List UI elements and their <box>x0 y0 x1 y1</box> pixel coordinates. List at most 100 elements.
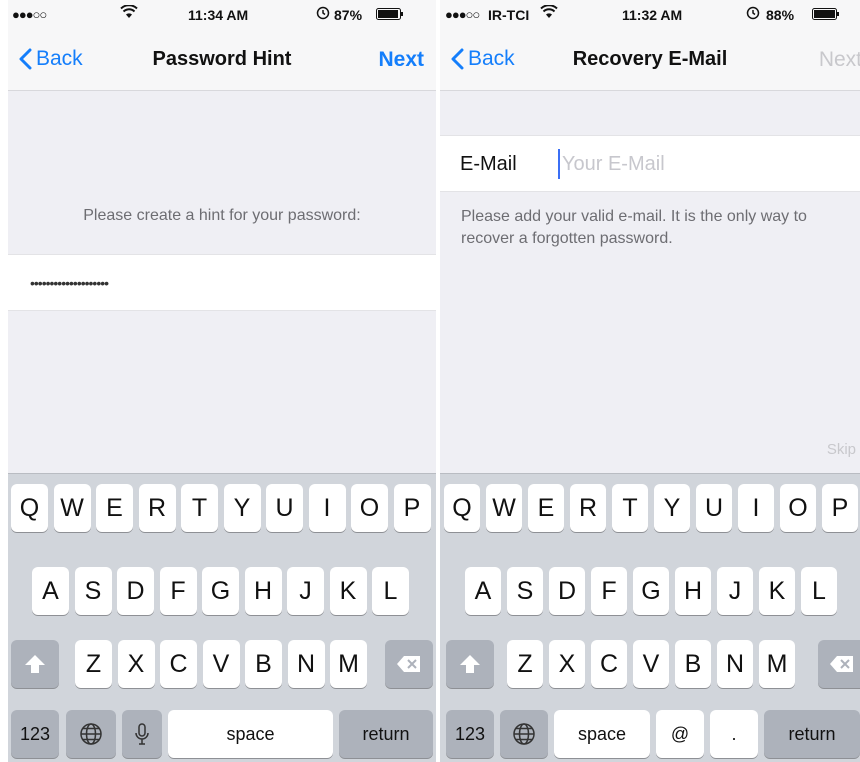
content-area: E-Mail Please add your valid e-mail. It … <box>440 91 860 473</box>
password-hint-screen: ●●●○○ 11:34 AM 87% Back Password Hint Ne… <box>8 0 436 762</box>
keyboard-row-2: ASDFGHJKL <box>440 567 860 615</box>
key-i[interactable]: I <box>738 484 774 532</box>
key-s[interactable]: S <box>507 567 543 615</box>
key-u[interactable]: U <box>696 484 732 532</box>
key-z[interactable]: Z <box>507 640 543 688</box>
microphone-icon <box>134 722 150 746</box>
email-help-text: Please add your valid e-mail. It is the … <box>461 208 807 247</box>
key-c[interactable]: C <box>160 640 197 688</box>
shift-icon <box>24 654 46 674</box>
key-n[interactable]: N <box>717 640 753 688</box>
email-input[interactable] <box>558 149 860 179</box>
key-d[interactable]: D <box>117 567 154 615</box>
keyboard-row-4: 123 space return <box>8 710 436 758</box>
key-j[interactable]: J <box>717 567 753 615</box>
key-p[interactable]: P <box>393 484 431 532</box>
key-i[interactable]: I <box>308 484 346 532</box>
key-h[interactable]: H <box>675 567 711 615</box>
return-key[interactable]: return <box>339 710 433 758</box>
delete-key[interactable] <box>385 640 433 688</box>
key-r[interactable]: R <box>138 484 176 532</box>
key-s[interactable]: S <box>74 567 112 615</box>
at-key[interactable]: @ <box>656 710 704 758</box>
page-title: Password Hint <box>152 48 292 70</box>
keyboard-row-1: QWERTYUIOP <box>440 484 860 532</box>
battery-percent: 87% <box>334 7 363 23</box>
page-title: Recovery E-Mail <box>572 48 728 70</box>
space-key[interactable]: space <box>168 710 333 758</box>
key-y[interactable]: Y <box>223 484 261 532</box>
key-r[interactable]: R <box>570 484 606 532</box>
next-button[interactable]: Next <box>378 48 424 72</box>
email-field-row: E-Mail <box>440 135 860 192</box>
key-t[interactable]: T <box>181 484 218 532</box>
key-v[interactable]: V <box>202 640 240 688</box>
key-z[interactable]: Z <box>75 640 112 688</box>
next-button[interactable]: Next <box>819 48 860 72</box>
key-v[interactable]: V <box>633 640 669 688</box>
key-e[interactable]: E <box>96 484 133 532</box>
key-m[interactable]: M <box>759 640 795 688</box>
key-x[interactable]: X <box>549 640 585 688</box>
key-k[interactable]: K <box>329 567 367 615</box>
key-b[interactable]: B <box>675 640 711 688</box>
key-o[interactable]: O <box>780 484 816 532</box>
key-g[interactable]: G <box>633 567 669 615</box>
recovery-email-screen: ●●●○○ IR-TCI 11:32 AM 88% Back Recovery … <box>440 0 860 762</box>
key-h[interactable]: H <box>244 567 282 615</box>
key-b[interactable]: B <box>245 640 282 688</box>
skip-button[interactable]: Skip <box>827 441 856 458</box>
key-a[interactable]: A <box>465 567 501 615</box>
dictation-key[interactable] <box>122 710 162 758</box>
keyboard-row-2: ASDFGHJKL <box>8 567 436 615</box>
key-k[interactable]: K <box>759 567 795 615</box>
battery-icon <box>812 8 840 20</box>
key-t[interactable]: T <box>612 484 648 532</box>
keyboard: QWERTYUIOP ASDFGHJKL ZXCVBNM 123 space @… <box>440 473 860 762</box>
delete-icon <box>829 655 855 673</box>
key-y[interactable]: Y <box>654 484 690 532</box>
space-key[interactable]: space <box>554 710 650 758</box>
globe-key[interactable] <box>500 710 548 758</box>
content-area: Please create a hint for your password: <box>8 91 436 473</box>
key-w[interactable]: W <box>53 484 91 532</box>
signal-strength: ●●●○○ <box>445 7 480 22</box>
keyboard: QWERTYUIOP ASDFGHJKL ZXCVBNM 123 space r… <box>8 473 436 762</box>
key-q[interactable]: Q <box>11 484 48 532</box>
signal-strength: ●●●○○ <box>12 7 47 22</box>
key-u[interactable]: U <box>266 484 303 532</box>
keyboard-row-1: QWERTYUIOP <box>8 484 436 532</box>
key-g[interactable]: G <box>202 567 239 615</box>
key-d[interactable]: D <box>549 567 585 615</box>
hint-input[interactable] <box>28 267 412 299</box>
key-f[interactable]: F <box>159 567 197 615</box>
key-c[interactable]: C <box>591 640 627 688</box>
shift-key[interactable] <box>11 640 59 688</box>
delete-key[interactable] <box>818 640 860 688</box>
email-label: E-Mail <box>460 153 517 175</box>
dot-key[interactable]: . <box>710 710 758 758</box>
key-n[interactable]: N <box>287 640 325 688</box>
alarm-icon <box>746 6 760 20</box>
key-e[interactable]: E <box>528 484 564 532</box>
hint-prompt: Please create a hint for your password: <box>83 207 361 224</box>
status-bar: ●●●○○ 11:34 AM 87% <box>8 0 436 28</box>
globe-key[interactable] <box>66 710 116 758</box>
key-x[interactable]: X <box>117 640 155 688</box>
key-p[interactable]: P <box>822 484 858 532</box>
key-f[interactable]: F <box>591 567 627 615</box>
key-o[interactable]: O <box>351 484 388 532</box>
numbers-key[interactable]: 123 <box>446 710 494 758</box>
numbers-key[interactable]: 123 <box>11 710 59 758</box>
shift-key[interactable] <box>446 640 494 688</box>
key-j[interactable]: J <box>287 567 324 615</box>
key-q[interactable]: Q <box>444 484 480 532</box>
shift-icon <box>459 654 481 674</box>
key-l[interactable]: L <box>801 567 837 615</box>
key-m[interactable]: M <box>330 640 367 688</box>
battery-icon <box>376 8 404 20</box>
key-a[interactable]: A <box>32 567 69 615</box>
return-key[interactable]: return <box>764 710 860 758</box>
key-w[interactable]: W <box>486 484 522 532</box>
key-l[interactable]: L <box>372 567 409 615</box>
